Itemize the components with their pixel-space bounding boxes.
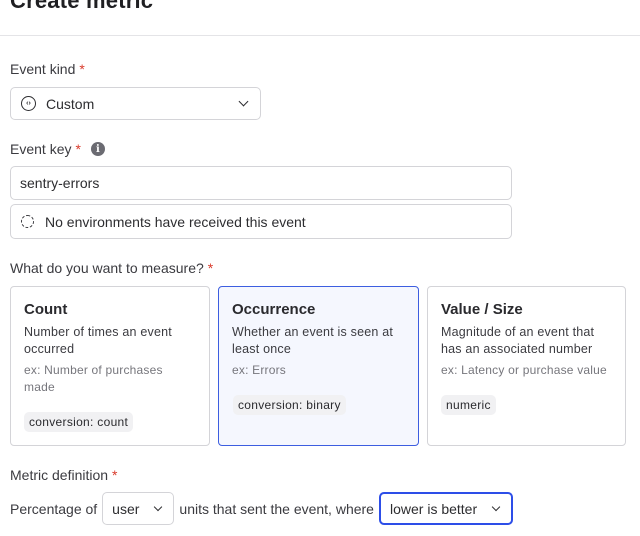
required-asterisk: * bbox=[79, 61, 85, 77]
option-tag: conversion: count bbox=[24, 412, 134, 432]
chevron-down-icon bbox=[154, 502, 163, 511]
unit-select-value: user bbox=[112, 500, 140, 517]
info-icon[interactable]: i bbox=[90, 142, 105, 156]
event-key-input[interactable] bbox=[10, 166, 512, 200]
definition-prefix: Percentage of bbox=[10, 500, 98, 517]
measure-label: What do you want to measure? * bbox=[10, 260, 213, 276]
definition-middle: units that sent the event, where bbox=[179, 500, 374, 517]
option-title: Count bbox=[24, 301, 68, 318]
code-circle-icon: ‹› bbox=[21, 96, 36, 111]
required-asterisk: * bbox=[112, 467, 118, 483]
chevron-down-icon bbox=[491, 502, 501, 511]
metric-definition-row: Percentage of user units that sent the e… bbox=[10, 492, 518, 525]
dashed-circle-icon bbox=[21, 215, 34, 228]
event-key-label-text: Event key bbox=[10, 141, 72, 157]
event-kind-label: Event kind * bbox=[10, 61, 85, 77]
option-example: ex: Errors bbox=[232, 363, 287, 377]
direction-select[interactable]: lower is better bbox=[378, 492, 514, 525]
event-kind-label-text: Event kind bbox=[10, 61, 76, 77]
measure-label-text: What do you want to measure? bbox=[10, 260, 204, 276]
option-example: ex: Number of purchases made bbox=[24, 363, 163, 394]
option-tag: conversion: binary bbox=[233, 395, 346, 415]
option-title: Occurrence bbox=[232, 301, 316, 318]
event-key-label: Event key * i bbox=[10, 141, 105, 157]
option-description: Number of times an event occurred bbox=[24, 325, 172, 356]
environment-status: No environments have received this event bbox=[10, 204, 512, 239]
required-asterisk: * bbox=[207, 260, 214, 276]
header-divider bbox=[0, 35, 640, 36]
option-description: Magnitude of an event that has an associ… bbox=[441, 325, 595, 356]
page-title: Create metric bbox=[10, 0, 154, 13]
required-asterisk: * bbox=[75, 141, 81, 157]
measure-option-count[interactable]: Count Number of times an event occurred … bbox=[10, 286, 210, 446]
chevron-down-icon bbox=[238, 96, 249, 107]
metric-definition-label: Metric definition * bbox=[10, 467, 118, 483]
environment-status-text: No environments have received this event bbox=[45, 213, 306, 230]
event-kind-value: Custom bbox=[46, 95, 95, 112]
event-kind-select[interactable]: ‹› Custom bbox=[10, 87, 261, 120]
option-example: ex: Latency or purchase value bbox=[441, 363, 607, 377]
measure-option-occurrence[interactable]: Occurrence Whether an event is seen at l… bbox=[218, 286, 419, 446]
option-title: Value / Size bbox=[441, 301, 523, 318]
direction-select-value: lower is better bbox=[389, 500, 478, 517]
option-description: Whether an event is seen at least once bbox=[232, 325, 394, 356]
metric-definition-label-text: Metric definition bbox=[10, 467, 109, 483]
measure-option-value-size[interactable]: Value / Size Magnitude of an event that … bbox=[427, 286, 626, 446]
unit-select[interactable]: user bbox=[102, 492, 175, 525]
option-tag: numeric bbox=[441, 395, 496, 415]
